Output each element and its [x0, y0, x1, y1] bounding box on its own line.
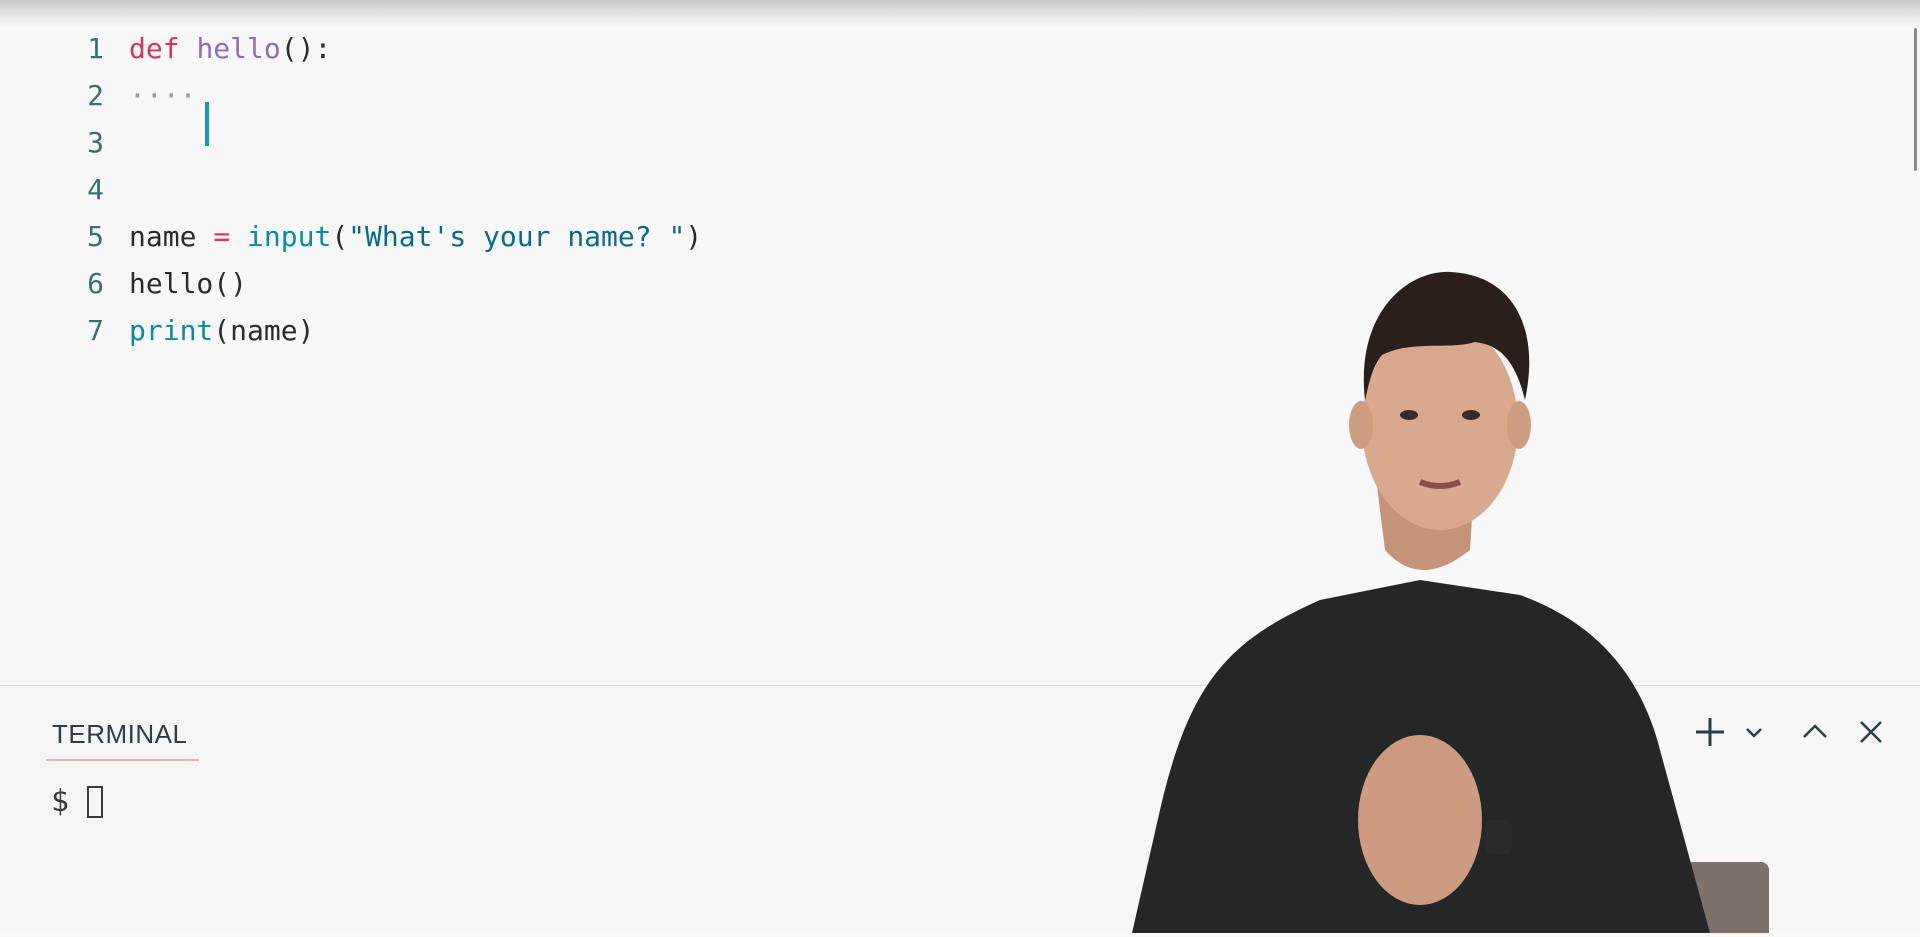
editor-scrollbar[interactable] [1914, 28, 1917, 171]
chevron-up-icon[interactable] [1795, 712, 1835, 752]
code-token-op: = [213, 220, 231, 253]
code-line[interactable]: 1 def hello(): [0, 26, 1900, 72]
code-line[interactable]: 2 ···· [0, 73, 1900, 119]
line-code: def hello(): [129, 26, 331, 72]
code-token-builtin: print [129, 314, 214, 347]
line-number: 3 [87, 126, 104, 159]
tab-terminal[interactable]: TERMINAL [46, 715, 199, 761]
terminal-prompt: $ [51, 784, 70, 819]
title-bar [0, 0, 1920, 28]
terminal-cursor[interactable] [87, 786, 103, 818]
line-code: name = input("What's your name? ") [129, 214, 702, 260]
line-number: 6 [87, 267, 104, 300]
active-tab-indicator [46, 759, 199, 761]
line-number: 4 [87, 173, 104, 206]
text-cursor [205, 102, 209, 146]
code-line[interactable]: 3 [0, 120, 1900, 166]
code-token-plain: hello() [129, 267, 248, 300]
line-number: 7 [87, 314, 104, 347]
code-token-plain: (name) [213, 314, 315, 347]
line-code: ···· [129, 73, 196, 119]
code-token-builtin: input [247, 220, 332, 253]
code-token-plain: ) [685, 220, 703, 253]
line-code: hello() [129, 261, 247, 307]
code-line[interactable]: 4 [0, 167, 1900, 213]
code-token-string: "What's your name? " [348, 220, 686, 253]
line-code: print(name) [129, 308, 314, 354]
code-token-whitespace: ···· [129, 79, 197, 112]
presenter-webcam-overlay [1120, 250, 1800, 937]
line-number: 1 [87, 32, 104, 65]
code-token-plain: ( [331, 220, 349, 253]
line-number: 5 [87, 220, 104, 253]
close-icon[interactable] [1851, 712, 1891, 752]
terminal-tab-label: TERMINAL [52, 719, 188, 749]
code-token-plain: name [129, 220, 214, 253]
code-token-func: hello [196, 32, 281, 65]
code-token-plain: (): [280, 32, 332, 65]
line-number: 2 [87, 79, 104, 112]
code-token-keyword: def [129, 32, 180, 65]
